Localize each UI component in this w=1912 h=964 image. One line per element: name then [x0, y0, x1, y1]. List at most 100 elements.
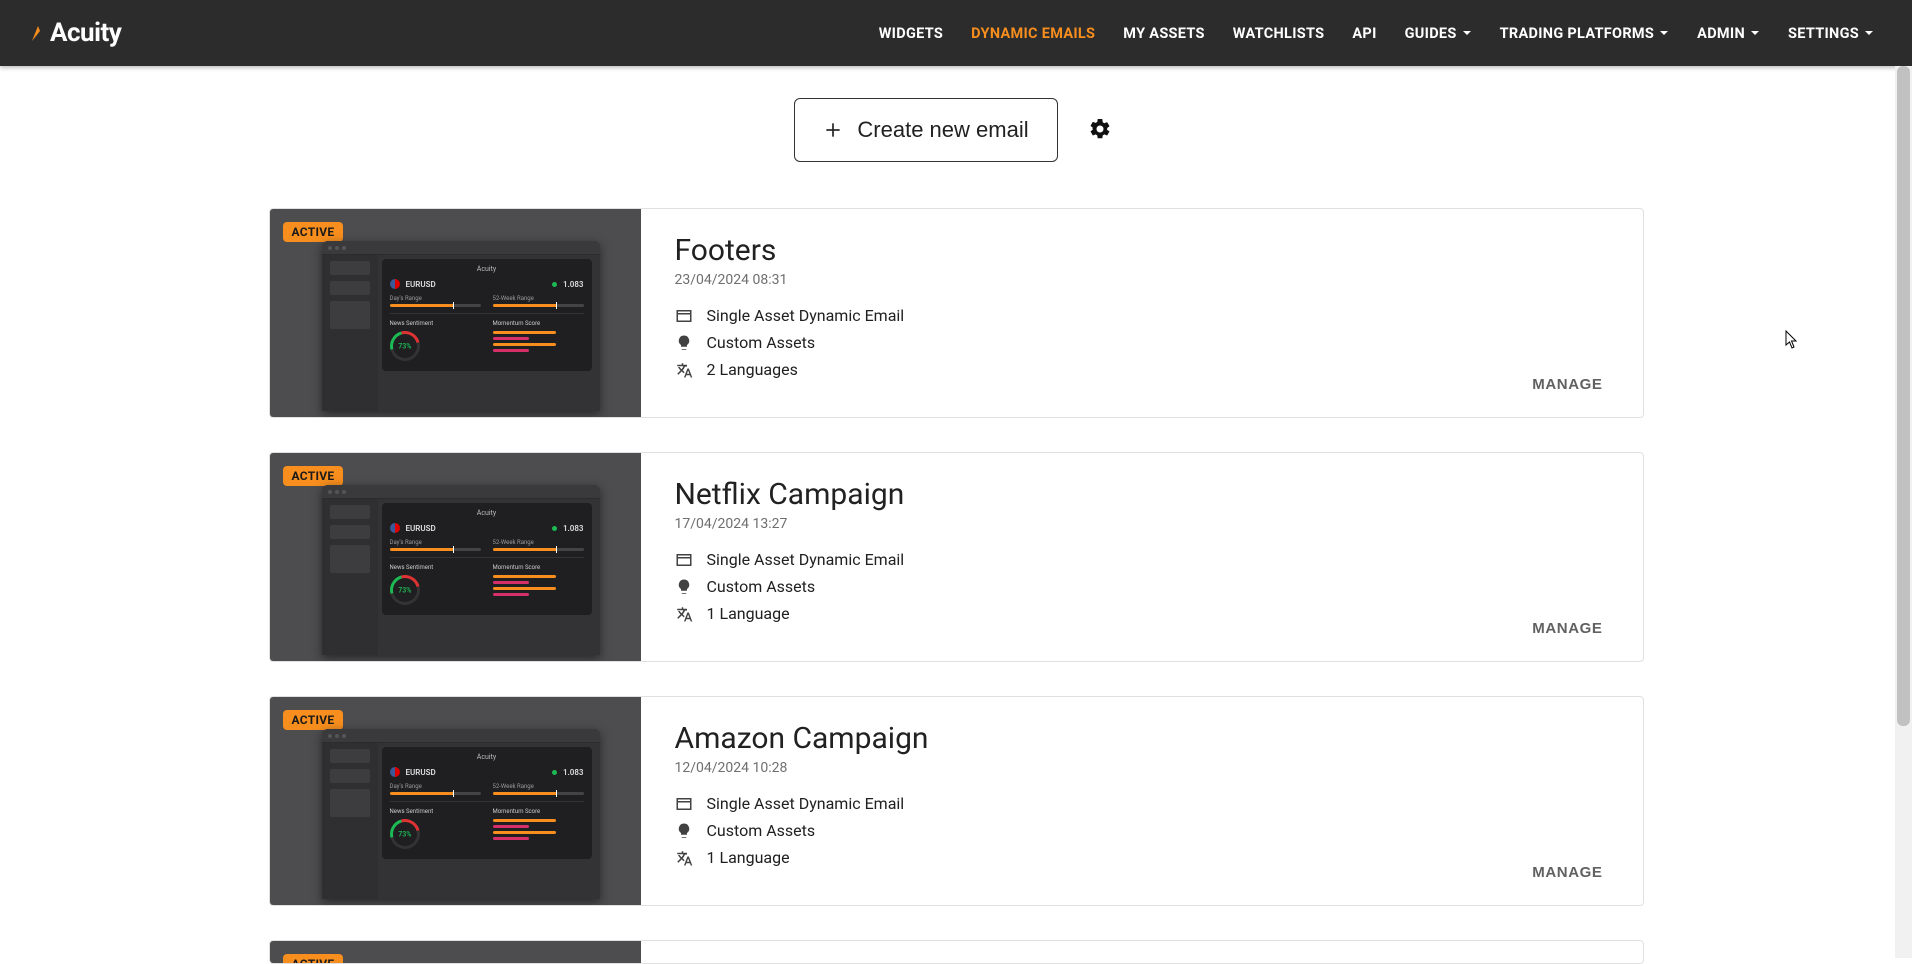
- manage-button[interactable]: MANAGE: [1526, 612, 1608, 645]
- thumb-pair: EURUSD: [406, 768, 436, 777]
- nav-settings-label: SETTINGS: [1788, 25, 1859, 42]
- email-title: Netflix Campaign: [675, 477, 1609, 512]
- nav-widgets[interactable]: WIDGETS: [865, 25, 957, 42]
- chevron-down-icon: [1462, 28, 1472, 38]
- email-card: ACTIVE Acuity EURUSD 1.083 Day's Range: [269, 452, 1644, 662]
- email-thumbnail: ACTIVE Acuity EURUSD 1.083 Day's Range: [270, 697, 641, 905]
- email-title: Footers: [675, 233, 1609, 268]
- thumb-price: 1.083: [563, 524, 584, 533]
- card-layout-icon: [675, 795, 693, 813]
- thumb-range-day: Day's Range: [390, 539, 481, 546]
- thumb-momentum: Momentum Score: [493, 320, 584, 327]
- action-bar: Create new email: [0, 98, 1912, 162]
- nav-dynamic-emails[interactable]: DYNAMIC EMAILS: [957, 25, 1109, 42]
- thumb-gauge: 73%: [398, 342, 411, 350]
- cursor-icon: [1785, 330, 1799, 350]
- plus-icon: [823, 120, 843, 140]
- lightbulb-icon: [675, 334, 693, 352]
- email-card: ACTIVE Acuity EURUSD 1.083 Day's Range: [269, 696, 1644, 906]
- brand-text: Acuity: [50, 18, 121, 48]
- chevron-down-icon: [1864, 28, 1874, 38]
- email-thumbnail: ACTIVE: [270, 941, 641, 963]
- thumb-gauge: 73%: [398, 830, 411, 838]
- nav-admin-label: ADMIN: [1697, 25, 1745, 42]
- thumb-logo: Acuity: [390, 265, 584, 273]
- nav-trading-platforms-label: TRADING PLATFORMS: [1500, 25, 1655, 42]
- thumb-range-day: Day's Range: [390, 295, 481, 302]
- thumb-price: 1.083: [563, 280, 584, 289]
- card-layout-icon: [675, 307, 693, 325]
- email-card-body: [641, 941, 1643, 963]
- status-badge: ACTIVE: [283, 466, 344, 486]
- brand-logo: Acuity: [28, 18, 121, 48]
- nav-guides[interactable]: GUIDES: [1391, 25, 1486, 42]
- email-languages: 1 Language: [707, 848, 790, 867]
- nav-settings[interactable]: SETTINGS: [1774, 25, 1888, 42]
- manage-button[interactable]: MANAGE: [1526, 368, 1608, 401]
- manage-button[interactable]: MANAGE: [1526, 856, 1608, 889]
- email-card: ACTIVE: [269, 940, 1644, 964]
- thumb-range-day: Day's Range: [390, 783, 481, 790]
- email-date: 17/04/2024 13:27: [675, 516, 1609, 532]
- email-date: 23/04/2024 08:31: [675, 272, 1609, 288]
- create-new-email-button[interactable]: Create new email: [794, 98, 1057, 162]
- scrollbar-thumb[interactable]: [1897, 66, 1910, 726]
- nav-api[interactable]: API: [1338, 25, 1390, 42]
- email-card-body: Footers 23/04/2024 08:31 Single Asset Dy…: [641, 209, 1643, 417]
- email-assets: Custom Assets: [707, 821, 816, 840]
- email-type: Single Asset Dynamic Email: [707, 550, 905, 569]
- thumb-pair: EURUSD: [406, 280, 436, 289]
- email-card: ACTIVE Acuity EURUSD 1.083 Day's Range: [269, 208, 1644, 418]
- nav-my-assets[interactable]: MY ASSETS: [1109, 25, 1218, 42]
- chevron-down-icon: [1659, 28, 1669, 38]
- nav-watchlists[interactable]: WATCHLISTS: [1219, 25, 1339, 42]
- brand-logo-icon: [28, 23, 48, 43]
- top-navbar: Acuity WIDGETS DYNAMIC EMAILS MY ASSETS …: [0, 0, 1912, 66]
- gear-icon: [1088, 117, 1112, 141]
- status-badge: ACTIVE: [283, 222, 344, 242]
- chevron-down-icon: [1750, 28, 1760, 38]
- thumb-gauge: 73%: [398, 586, 411, 594]
- nav-trading-platforms[interactable]: TRADING PLATFORMS: [1486, 25, 1684, 42]
- thumb-price: 1.083: [563, 768, 584, 777]
- thumbnail-preview: Acuity EURUSD 1.083 Day's Range 52-Week …: [322, 485, 600, 655]
- thumb-news-sent: News Sentiment: [390, 564, 481, 571]
- thumbnail-preview: Acuity EURUSD 1.083 Day's Range 52-Week …: [322, 241, 600, 411]
- thumb-momentum: Momentum Score: [493, 564, 584, 571]
- thumb-range-52w: 52-Week Range: [493, 783, 584, 790]
- status-badge: ACTIVE: [283, 954, 344, 964]
- email-assets: Custom Assets: [707, 577, 816, 596]
- thumb-logo: Acuity: [390, 509, 584, 517]
- translate-icon: [675, 849, 693, 867]
- thumb-news-sent: News Sentiment: [390, 808, 481, 815]
- create-new-email-label: Create new email: [857, 117, 1028, 143]
- email-card-body: Netflix Campaign 17/04/2024 13:27 Single…: [641, 453, 1643, 661]
- email-card-list: ACTIVE Acuity EURUSD 1.083 Day's Range: [269, 208, 1644, 964]
- thumb-momentum: Momentum Score: [493, 808, 584, 815]
- nav-guides-label: GUIDES: [1405, 25, 1457, 42]
- thumb-logo: Acuity: [390, 753, 584, 761]
- lightbulb-icon: [675, 578, 693, 596]
- thumbnail-preview: Acuity EURUSD 1.083 Day's Range 52-Week …: [322, 729, 600, 899]
- card-layout-icon: [675, 551, 693, 569]
- settings-gear-button[interactable]: [1082, 111, 1118, 150]
- thumb-pair: EURUSD: [406, 524, 436, 533]
- status-badge: ACTIVE: [283, 710, 344, 730]
- email-languages: 2 Languages: [707, 360, 798, 379]
- email-type: Single Asset Dynamic Email: [707, 794, 905, 813]
- scrollbar[interactable]: [1895, 66, 1912, 958]
- nav-admin[interactable]: ADMIN: [1683, 25, 1774, 42]
- email-languages: 1 Language: [707, 604, 790, 623]
- email-card-body: Amazon Campaign 12/04/2024 10:28 Single …: [641, 697, 1643, 905]
- thumb-range-52w: 52-Week Range: [493, 295, 584, 302]
- lightbulb-icon: [675, 822, 693, 840]
- translate-icon: [675, 605, 693, 623]
- email-thumbnail: ACTIVE Acuity EURUSD 1.083 Day's Range: [270, 209, 641, 417]
- email-date: 12/04/2024 10:28: [675, 760, 1609, 776]
- email-title: Amazon Campaign: [675, 721, 1609, 756]
- email-type: Single Asset Dynamic Email: [707, 306, 905, 325]
- email-thumbnail: ACTIVE Acuity EURUSD 1.083 Day's Range: [270, 453, 641, 661]
- thumb-range-52w: 52-Week Range: [493, 539, 584, 546]
- main-nav: WIDGETS DYNAMIC EMAILS MY ASSETS WATCHLI…: [865, 25, 1888, 42]
- translate-icon: [675, 361, 693, 379]
